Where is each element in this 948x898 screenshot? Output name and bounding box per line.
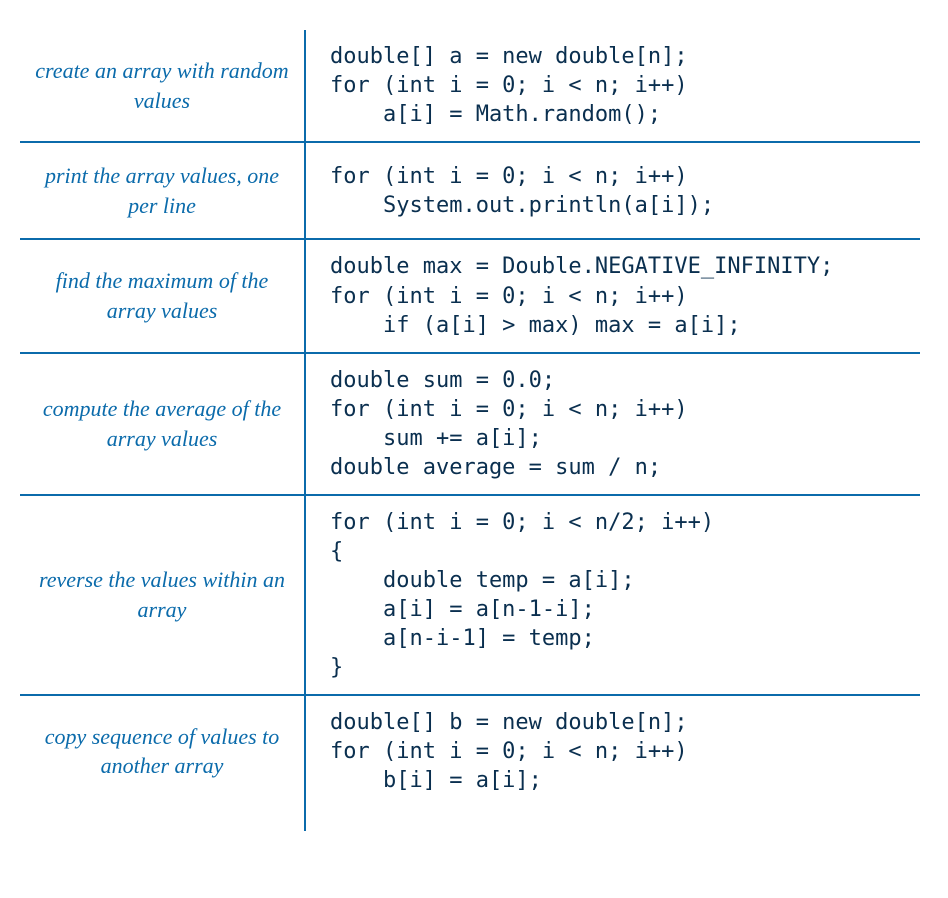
row-description: copy sequence of values to another array	[20, 696, 305, 807]
code-snippet: double sum = 0.0; for (int i = 0; i < n;…	[330, 366, 920, 482]
table-row: create an array with random values doubl…	[20, 30, 920, 141]
row-code-cell: double[] a = new double[n]; for (int i =…	[305, 30, 920, 141]
table-row: print the array values, one per line for…	[20, 143, 920, 238]
code-snippet: double[] a = new double[n]; for (int i =…	[330, 42, 920, 129]
row-code-cell: for (int i = 0; i < n/2; i++) { double t…	[305, 496, 920, 694]
row-description: print the array values, one per line	[20, 143, 305, 238]
code-snippet: for (int i = 0; i < n/2; i++) { double t…	[330, 508, 920, 682]
code-idioms-table: create an array with random values doubl…	[20, 30, 920, 831]
row-code-cell: double max = Double.NEGATIVE_INFINITY; f…	[305, 240, 920, 351]
row-description: create an array with random values	[20, 30, 305, 141]
table-stub	[20, 807, 920, 831]
table-row: copy sequence of values to another array…	[20, 696, 920, 807]
code-snippet: double[] b = new double[n]; for (int i =…	[330, 708, 920, 795]
table-row: reverse the values within an array for (…	[20, 496, 920, 694]
code-snippet: double max = Double.NEGATIVE_INFINITY; f…	[330, 252, 920, 339]
table-row: compute the average of the array values …	[20, 354, 920, 494]
row-description: find the maximum of the array values	[20, 240, 305, 351]
row-description: reverse the values within an array	[20, 496, 305, 694]
table-row: find the maximum of the array values dou…	[20, 240, 920, 351]
row-description: compute the average of the array values	[20, 354, 305, 494]
row-code-cell: for (int i = 0; i < n; i++) System.out.p…	[305, 143, 920, 238]
row-code-cell: double sum = 0.0; for (int i = 0; i < n;…	[305, 354, 920, 494]
code-snippet: for (int i = 0; i < n; i++) System.out.p…	[330, 162, 920, 220]
row-code-cell: double[] b = new double[n]; for (int i =…	[305, 696, 920, 807]
